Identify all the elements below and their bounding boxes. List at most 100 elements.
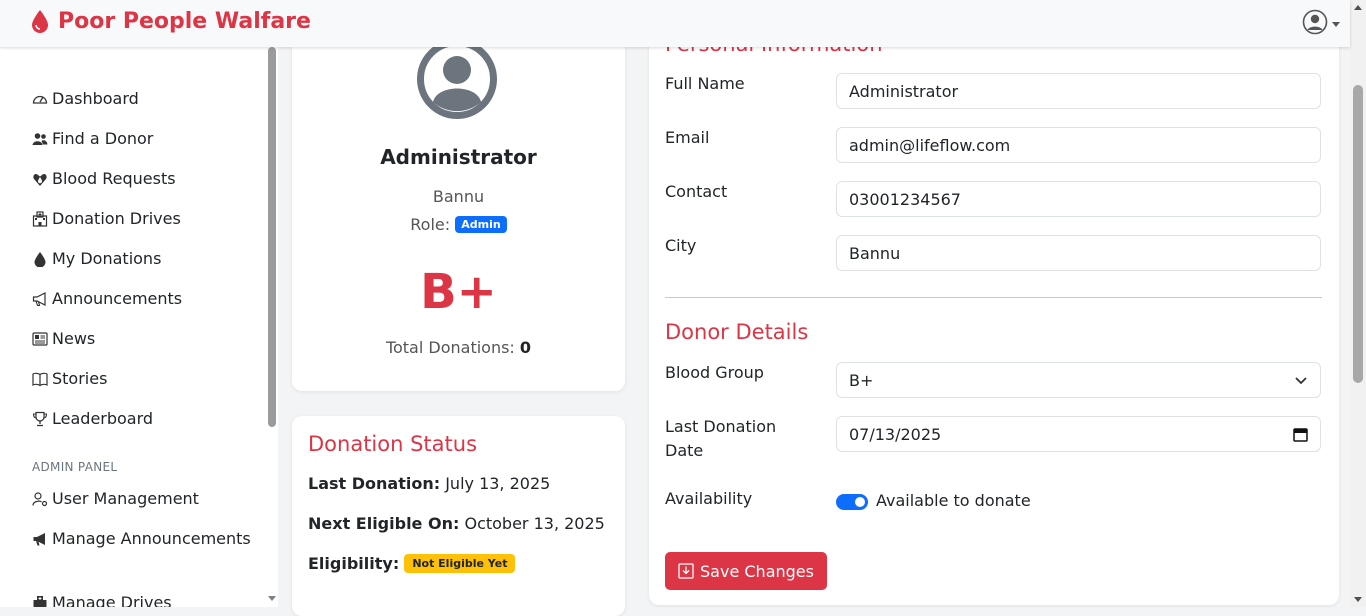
download-box-icon	[678, 563, 694, 579]
sidebar-item-label: Announcements	[52, 289, 183, 308]
megaphone-fill-icon	[33, 533, 45, 546]
total-donations-value: 0	[519, 338, 532, 357]
page-scrollbar-thumb[interactable]	[1353, 85, 1363, 383]
sidebar-item-manage-announcements[interactable]: Manage Announcements	[32, 527, 252, 551]
sidebar-item-label: My Donations	[52, 249, 162, 268]
donor-details-title: Donor Details	[665, 320, 809, 344]
sidebar-item-label: Leaderboard	[52, 409, 154, 428]
profile-role: Role: Admin	[292, 215, 625, 234]
person-gear-icon	[32, 492, 48, 507]
sidebar-item-my-donations[interactable]: My Donations	[32, 247, 161, 271]
donation-status-card: Donation Status Last Donation: July 13, …	[292, 416, 625, 616]
book-icon	[32, 372, 48, 387]
donation-status-title: Donation Status	[308, 432, 478, 456]
user-avatar-icon	[417, 39, 497, 119]
email-field[interactable]: admin@lifeflow.com	[836, 127, 1321, 163]
blood-group-selected: B+	[849, 370, 874, 390]
blood-group-display: B+	[420, 264, 497, 320]
brand-logo[interactable]: Poor People Walfare	[30, 8, 311, 34]
next-eligible-value: October 13, 2025	[464, 514, 605, 533]
speedometer-icon	[32, 95, 48, 104]
sidebar-item-label: Donation Drives	[52, 209, 181, 228]
last-donation-value: July 13, 2025	[445, 474, 551, 493]
sidebar-item-find-donor[interactable]: Find a Donor	[32, 127, 153, 151]
scroll-down-arrow-icon[interactable]	[268, 596, 276, 601]
availability-text[interactable]: Available to donate	[876, 491, 1031, 510]
city-field[interactable]: Bannu	[836, 235, 1321, 271]
sidebar-item-label: Dashboard	[52, 89, 139, 108]
last-donation-date-label: Last Donation Date	[665, 417, 777, 460]
profile-city: Bannu	[432, 187, 485, 206]
top-navbar: Poor People Walfare	[0, 0, 1350, 47]
user-menu-toggle[interactable]	[1302, 9, 1340, 35]
sidebar-item-user-management[interactable]: User Management	[32, 487, 199, 511]
sidebar: Dashboard Find a Donor Blood Requests Do…	[0, 47, 266, 607]
toggle-knob	[855, 497, 865, 507]
full-name-field[interactable]: Administrator	[836, 73, 1321, 109]
megaphone-icon	[32, 292, 46, 307]
last-donation-row: Last Donation: July 13, 2025	[308, 474, 550, 493]
trophy-icon	[32, 411, 48, 427]
sidebar-scrollbar[interactable]	[266, 47, 278, 607]
sidebar-item-leaderboard[interactable]: Leaderboard	[32, 407, 153, 431]
full-name-label: Full Name	[665, 74, 745, 93]
admin-panel-heading: ADMIN PANEL	[32, 460, 118, 474]
eligibility-label: Eligibility:	[308, 554, 400, 573]
sidebar-item-news[interactable]: News	[32, 327, 95, 351]
profile-card: Administrator Bannu Role: Admin B+ Total…	[292, 20, 625, 391]
availability-toggle[interactable]	[836, 494, 868, 510]
last-donation-date-field[interactable]: 07/13/2025	[836, 416, 1321, 452]
save-changes-label: Save Changes	[700, 561, 814, 581]
blood-group-label: Blood Group	[665, 363, 764, 382]
people-icon	[32, 133, 48, 145]
scroll-down-arrow-icon[interactable]	[1354, 597, 1362, 602]
sidebar-scrollbar-thumb[interactable]	[268, 47, 276, 427]
contact-label: Contact	[665, 182, 728, 201]
total-donations: Total Donations: 0	[292, 338, 625, 357]
email-label: Email	[665, 128, 710, 147]
contact-value: 03001234567	[849, 189, 961, 209]
user-circle-icon	[1302, 9, 1328, 35]
sidebar-item-label: Find a Donor	[52, 129, 154, 148]
save-changes-button[interactable]: Save Changes	[665, 552, 827, 590]
newspaper-icon	[32, 332, 48, 346]
availability-label: Availability	[665, 489, 753, 508]
city-value: Bannu	[849, 243, 901, 263]
section-divider	[665, 297, 1322, 298]
sidebar-item-blood-requests[interactable]: Blood Requests	[32, 167, 176, 191]
sidebar-item-label: Manage Announcements	[52, 529, 251, 548]
blood-group-select[interactable]: B+	[836, 362, 1321, 398]
sidebar-item-label: Manage Drives	[52, 593, 172, 607]
page-scrollbar[interactable]	[1350, 0, 1366, 607]
sidebar-item-label: User Management	[52, 489, 199, 508]
sidebar-item-stories[interactable]: Stories	[32, 367, 107, 391]
calendar-icon[interactable]	[1293, 427, 1308, 442]
sidebar-item-dashboard[interactable]: Dashboard	[32, 87, 139, 111]
sidebar-item-manage-drives[interactable]: Manage Drives	[32, 591, 172, 607]
last-donation-label: Last Donation:	[308, 474, 441, 493]
contact-field[interactable]: 03001234567	[836, 181, 1321, 217]
profile-name: Administrator	[380, 145, 537, 169]
role-badge: Admin	[455, 216, 507, 233]
scroll-up-arrow-icon[interactable]	[1354, 5, 1362, 10]
chevron-down-icon	[1332, 21, 1340, 27]
profile-form-card: Personal Information Full Name Administr…	[649, 20, 1339, 605]
next-eligible-row: Next Eligible On: October 13, 2025	[308, 514, 605, 533]
role-label: Role:	[410, 215, 451, 234]
next-eligible-label: Next Eligible On:	[308, 514, 460, 533]
last-donation-date-value: 07/13/2025	[849, 424, 942, 444]
sidebar-item-label: News	[52, 329, 96, 348]
total-donations-label: Total Donations:	[385, 338, 515, 357]
chevron-down-icon	[1295, 377, 1307, 385]
hospital-icon	[32, 211, 48, 227]
city-label: City	[665, 236, 697, 255]
droplet-icon	[34, 252, 46, 267]
brand-name: Poor People Walfare	[58, 8, 311, 34]
hospital-fill-icon	[33, 596, 47, 607]
email-value: admin@lifeflow.com	[849, 135, 1011, 155]
sidebar-item-label: Blood Requests	[52, 169, 176, 188]
eligibility-row: Eligibility: Not Eligible Yet	[308, 554, 516, 573]
sidebar-item-donation-drives[interactable]: Donation Drives	[32, 207, 181, 231]
sidebar-item-announcements[interactable]: Announcements	[32, 287, 182, 311]
full-name-value: Administrator	[849, 81, 959, 101]
